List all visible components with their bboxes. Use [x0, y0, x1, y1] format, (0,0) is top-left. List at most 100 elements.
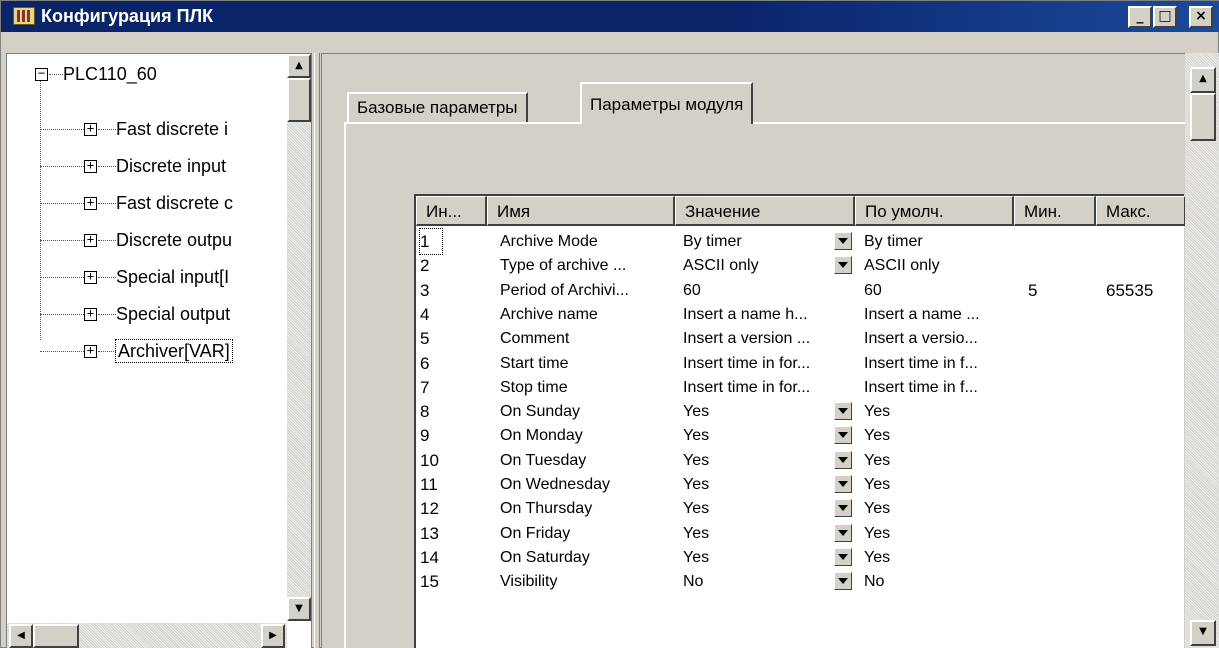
dropdown-arrow-icon[interactable] [834, 499, 852, 518]
expand-toggle-icon[interactable]: + [84, 159, 97, 173]
column-header-default[interactable]: По умолч. [855, 196, 1014, 226]
table-row[interactable]: 1 Archive Mode By timer By timer [416, 228, 1186, 255]
scroll-left-button[interactable]: ◀ [9, 624, 33, 648]
cell-value[interactable]: By timer [683, 229, 833, 254]
column-header-name[interactable]: Имя [487, 196, 675, 226]
tree-item-label[interactable]: Archiver[VAR] [115, 339, 233, 363]
tree-item-label[interactable]: Discrete input [116, 152, 226, 180]
collapse-toggle-icon[interactable]: − [35, 67, 48, 81]
table-row[interactable]: 7 Stop time Insert time in for... Insert ti… [416, 375, 1186, 400]
tree-vertical-scrollbar[interactable]: ▲ ▼ [287, 54, 311, 621]
scroll-right-button[interactable]: ▶ [261, 624, 285, 648]
cell-name[interactable]: Period of Archivi... [500, 278, 680, 303]
table-row[interactable]: 11 On Wednesday Yes Yes [416, 472, 1186, 497]
dropdown-arrow-icon[interactable] [834, 523, 852, 542]
expand-toggle-icon[interactable]: + [84, 233, 97, 247]
cell-index[interactable]: 6 [420, 351, 480, 376]
maximize-button[interactable]: □ [1153, 6, 1177, 28]
cell-index[interactable]: 9 [420, 423, 480, 448]
dropdown-arrow-icon[interactable] [834, 450, 852, 469]
cell-name[interactable]: Visibility [500, 569, 680, 594]
tree-item-discrete-input[interactable]: + Discrete input [7, 152, 285, 180]
cell-index[interactable]: 2 [420, 253, 480, 278]
cell-name[interactable]: On Sunday [500, 399, 680, 424]
cell-value[interactable]: No [683, 569, 833, 594]
cell-value[interactable]: Yes [683, 472, 833, 497]
expand-toggle-icon[interactable]: + [84, 122, 97, 136]
cell-value[interactable]: Yes [683, 521, 833, 546]
cell-name[interactable]: On Friday [500, 521, 680, 546]
cell-name[interactable]: Archive Mode [500, 229, 680, 254]
cell-index[interactable]: 3 [420, 278, 480, 303]
dropdown-arrow-icon[interactable] [834, 475, 852, 493]
close-button[interactable]: × [1189, 6, 1213, 28]
cell-value[interactable]: 60 [683, 278, 833, 303]
table-row[interactable]: 12 On Thursday Yes Yes [416, 496, 1186, 521]
table-row[interactable]: 14 On Saturday Yes Yes [416, 545, 1186, 570]
tree-horizontal-scrollbar[interactable]: ◀ ▶ [7, 623, 287, 648]
dropdown-arrow-icon[interactable] [834, 256, 852, 275]
cell-value[interactable]: Yes [683, 496, 833, 521]
tree-item-discrete-output[interactable]: + Discrete outpu [7, 226, 285, 254]
scroll-thumb[interactable] [287, 78, 311, 122]
cell-name[interactable]: On Saturday [500, 545, 680, 570]
cell-name[interactable]: On Monday [500, 423, 680, 448]
cell-index[interactable]: 4 [420, 302, 480, 327]
scroll-down-button[interactable]: ▼ [287, 597, 311, 621]
parameters-grid[interactable]: Ин... Имя Значение По умолч. Мин. Макс. … [414, 194, 1186, 648]
expand-toggle-icon[interactable]: + [84, 307, 97, 321]
tree-item-special-input[interactable]: + Special input[I [7, 263, 285, 291]
table-row[interactable]: 15 Visibility No No [416, 569, 1186, 594]
expand-toggle-icon[interactable]: + [84, 344, 97, 358]
cell-value[interactable]: Insert time in for... [683, 351, 833, 376]
tree-item-fast-discrete-input[interactable]: + Fast discrete i [7, 115, 285, 143]
cell-value[interactable]: Yes [683, 399, 833, 424]
dropdown-arrow-icon[interactable] [834, 547, 852, 566]
cell-index[interactable]: 14 [420, 545, 480, 570]
column-header-max[interactable]: Макс. [1096, 196, 1186, 226]
cell-index[interactable]: 11 [420, 472, 480, 497]
cell-name[interactable]: Stop time [500, 375, 680, 400]
table-row[interactable]: 6 Start time Insert time in for... Insert t… [416, 351, 1186, 376]
tree-root-label[interactable]: PLC110_60 [63, 60, 157, 88]
horizontal-scroll-thumb[interactable] [33, 624, 79, 648]
cell-index[interactable]: 12 [420, 496, 480, 521]
cell-name[interactable]: Start time [500, 351, 680, 376]
tree-item-special-output[interactable]: + Special output [7, 300, 285, 328]
tree-item-label[interactable]: Special input[I [116, 263, 229, 291]
tree-root-row[interactable]: − PLC110_60 [7, 60, 277, 88]
cell-value[interactable]: Yes [683, 448, 833, 473]
tab-base-parameters[interactable]: Базовые параметры [347, 92, 528, 122]
dropdown-arrow-icon[interactable] [834, 232, 852, 250]
table-row[interactable]: 2 Type of archive ... ASCII only ASCII only [416, 253, 1186, 278]
cell-value[interactable]: Yes [683, 423, 833, 448]
tree-item-label[interactable]: Fast discrete i [116, 115, 228, 143]
tree-item-label[interactable]: Fast discrete c [116, 189, 233, 217]
tree-item-label[interactable]: Discrete outpu [116, 226, 232, 254]
cell-index[interactable]: 5 [420, 326, 480, 351]
scroll-down-button[interactable]: ▼ [1190, 620, 1216, 646]
minimize-button[interactable]: _ [1128, 6, 1152, 28]
cell-name[interactable]: On Wednesday [500, 472, 680, 497]
expand-toggle-icon[interactable]: + [84, 270, 97, 284]
cell-index[interactable]: 8 [420, 399, 480, 424]
title-bar[interactable]: Конфигурация ПЛК _ □ × [1, 1, 1219, 32]
table-row[interactable]: 5 Comment Insert a version ... Insert a ver… [416, 326, 1186, 351]
dropdown-arrow-icon[interactable] [834, 426, 852, 445]
tab-module-parameters[interactable]: Параметры модуля [580, 82, 754, 124]
cell-index[interactable]: 1 [419, 228, 443, 255]
cell-value[interactable]: Insert a name h... [683, 302, 833, 327]
scroll-thumb[interactable] [1190, 93, 1216, 141]
column-header-value[interactable]: Значение [675, 196, 855, 226]
cell-value[interactable]: Insert a version ... [683, 326, 833, 351]
tree-item-label[interactable]: Special output [116, 300, 230, 328]
panel-splitter[interactable] [314, 53, 320, 648]
table-row[interactable]: 9 On Monday Yes Yes [416, 423, 1186, 448]
cell-name[interactable]: On Tuesday [500, 448, 680, 473]
cell-name[interactable]: On Thursday [500, 496, 680, 521]
scroll-up-button[interactable]: ▲ [1190, 67, 1216, 93]
cell-name[interactable]: Comment [500, 326, 680, 351]
device-tree[interactable]: − PLC110_60 + Fast discrete i + Discrete in… [6, 53, 312, 648]
cell-value[interactable]: Insert time in for... [683, 375, 833, 400]
cell-index[interactable]: 7 [420, 375, 480, 400]
